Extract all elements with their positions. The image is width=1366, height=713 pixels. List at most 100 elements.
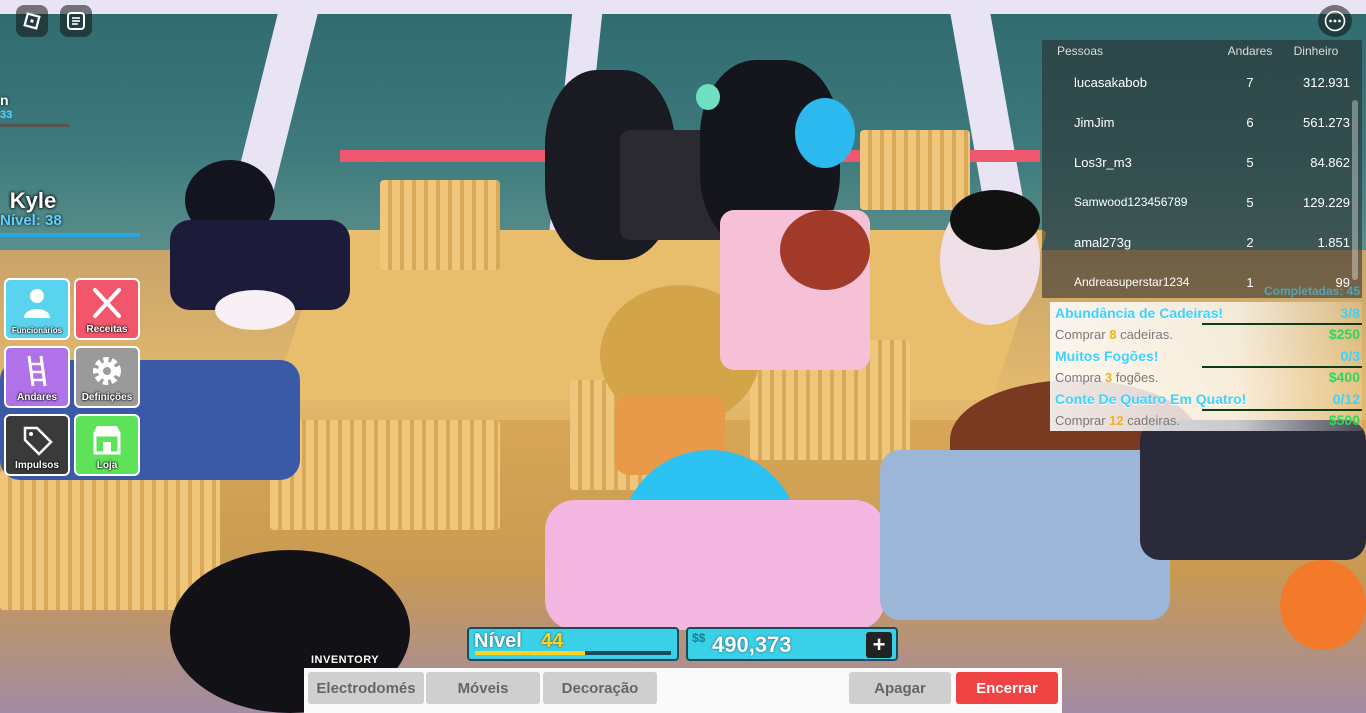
player-name: amal273g <box>1074 234 1132 250</box>
quest-description: Comprar 8 cadeiras. <box>1055 327 1173 342</box>
chair <box>270 420 500 530</box>
ladder-icon <box>27 355 47 387</box>
level-display: Nível 44 <box>467 627 679 661</box>
roblox-menu-button[interactable] <box>16 5 48 37</box>
player-floors: 5 <box>1246 194 1254 210</box>
money-display: $$ 490,373 + <box>686 627 898 661</box>
tag-icon <box>23 426 53 456</box>
quest-progress: 0/3 <box>1340 348 1360 364</box>
leaderboard-scrollbar[interactable] <box>1352 100 1358 280</box>
offscreen-player-bar <box>0 124 70 127</box>
skull-icon <box>696 84 720 110</box>
settings-button[interactable]: Definições <box>74 346 140 408</box>
level-progress-bar <box>475 651 671 655</box>
player-xp-bar <box>0 233 140 237</box>
chat-button[interactable] <box>60 5 92 37</box>
quest-progress: 0/12 <box>1332 391 1360 407</box>
more-options-button[interactable] <box>1318 5 1352 37</box>
player-name: JimJim <box>1074 114 1115 130</box>
window-frame <box>0 0 1366 14</box>
shop-icon <box>93 426 121 455</box>
level-label: Nível <box>474 630 522 652</box>
recipes-label: Receitas <box>86 324 128 335</box>
leaderboard[interactable]: Pessoas Andares Dinheiro lucasakabob 7 3… <box>1042 40 1362 298</box>
player-name: Los3r_m3 <box>1074 154 1132 170</box>
employees-button[interactable]: Funcionários <box>4 278 70 340</box>
more-options-icon <box>1324 10 1346 32</box>
leaderboard-row[interactable]: JimJim 6 561.273 <box>1042 102 1362 142</box>
avatar <box>545 500 885 630</box>
player-floors: 2 <box>1246 234 1254 250</box>
quest-title: Muitos Fogões! <box>1055 348 1159 364</box>
quest-progress-bar <box>1202 409 1362 411</box>
player-name: Samwood123456789 <box>1074 195 1188 209</box>
tab-furniture[interactable]: Móveis <box>426 672 540 704</box>
quest-reward: $400 <box>1328 369 1360 385</box>
chair <box>380 180 500 270</box>
quest-item: Muitos Fogões! 0/3 Compra 3 fogões. $400 <box>1050 345 1362 388</box>
food-item <box>1280 560 1366 650</box>
player-money: 84.862 <box>1310 154 1350 170</box>
chat-icon <box>67 12 85 30</box>
header-floors: Andares <box>1227 44 1273 58</box>
quest-reward: $250 <box>1328 326 1360 342</box>
shop-button[interactable]: Loja <box>74 414 140 476</box>
player-floors: 5 <box>1246 154 1254 170</box>
quest-title: Abundância de Cadeiras! <box>1055 305 1224 321</box>
completed-count: Completadas: 45 <box>1263 284 1360 298</box>
tab-appliances[interactable]: Electrodomés <box>308 672 424 704</box>
tab-decoration[interactable]: Decoração <box>543 672 657 704</box>
main-menu: Funcionários Receitas Andares Definições… <box>4 278 140 476</box>
quest-title: Conte De Quatro Em Quatro! <box>1055 391 1247 407</box>
money-value: 490,373 <box>712 632 792 657</box>
boosts-label: Impulsos <box>15 460 59 471</box>
player-nametag: Kyle Nível: 38 <box>0 188 140 237</box>
floors-button[interactable]: Andares <box>4 346 70 408</box>
floors-label: Andares <box>16 392 57 403</box>
level-value: 44 <box>541 630 564 652</box>
recipes-button[interactable]: Receitas <box>74 278 140 340</box>
player-floors: 7 <box>1246 74 1254 90</box>
player-level: Nível: 38 <box>0 212 62 229</box>
header-people: Pessoas <box>1057 44 1104 58</box>
avatar <box>950 190 1040 250</box>
currency-icon: $$ <box>692 631 706 645</box>
player-floors: 6 <box>1246 114 1254 130</box>
quest-reward: $500 <box>1328 412 1360 428</box>
leaderboard-header: Pessoas Andares Dinheiro <box>1042 40 1362 62</box>
chair <box>860 130 970 210</box>
leaderboard-row[interactable]: lucasakabob 7 312.931 <box>1042 62 1362 102</box>
boosts-button[interactable]: Impulsos <box>4 414 70 476</box>
avatar <box>780 210 870 290</box>
avatar <box>1140 420 1366 560</box>
avatar <box>795 98 855 168</box>
quest-progress: 3/8 <box>1340 305 1360 321</box>
leaderboard-row[interactable]: Los3r_m3 5 84.862 <box>1042 142 1362 182</box>
shop-label: Loja <box>96 460 118 471</box>
quest-list: Abundância de Cadeiras! 3/8 Comprar 8 ca… <box>1050 302 1362 431</box>
add-money-button[interactable]: + <box>866 632 892 658</box>
quest-description: Comprar 12 cadeiras. <box>1055 413 1181 428</box>
leaderboard-row[interactable]: amal273g 2 1.851 <box>1042 222 1362 262</box>
gear-icon <box>93 357 121 385</box>
quest-progress-bar <box>1202 323 1362 325</box>
avatar <box>880 450 1170 620</box>
settings-label: Definições <box>81 392 133 403</box>
employees-label: Funcionários <box>11 326 63 335</box>
erase-button[interactable]: Apagar <box>849 672 951 704</box>
player-name: Kyle <box>9 188 57 213</box>
quest-description: Compra 3 fogões. <box>1055 370 1159 385</box>
player-money: 312.931 <box>1303 74 1350 90</box>
person-icon <box>24 289 50 318</box>
leaderboard-row[interactable]: Samwood123456789 5 129.229 <box>1042 182 1362 222</box>
player-name: lucasakabob <box>1074 74 1147 90</box>
quest-item: Abundância de Cadeiras! 3/8 Comprar 8 ca… <box>1050 302 1362 345</box>
quest-item: Conte De Quatro Em Quatro! 0/12 Comprar … <box>1050 388 1362 431</box>
player-money: 561.273 <box>1303 114 1350 130</box>
inventory-label: INVENTORY <box>311 654 380 666</box>
player-money: 129.229 <box>1303 194 1350 210</box>
roblox-logo-icon <box>23 12 41 30</box>
close-button[interactable]: Encerrar <box>956 672 1058 704</box>
plate <box>215 290 295 330</box>
offscreen-player-name: n <box>0 92 9 108</box>
